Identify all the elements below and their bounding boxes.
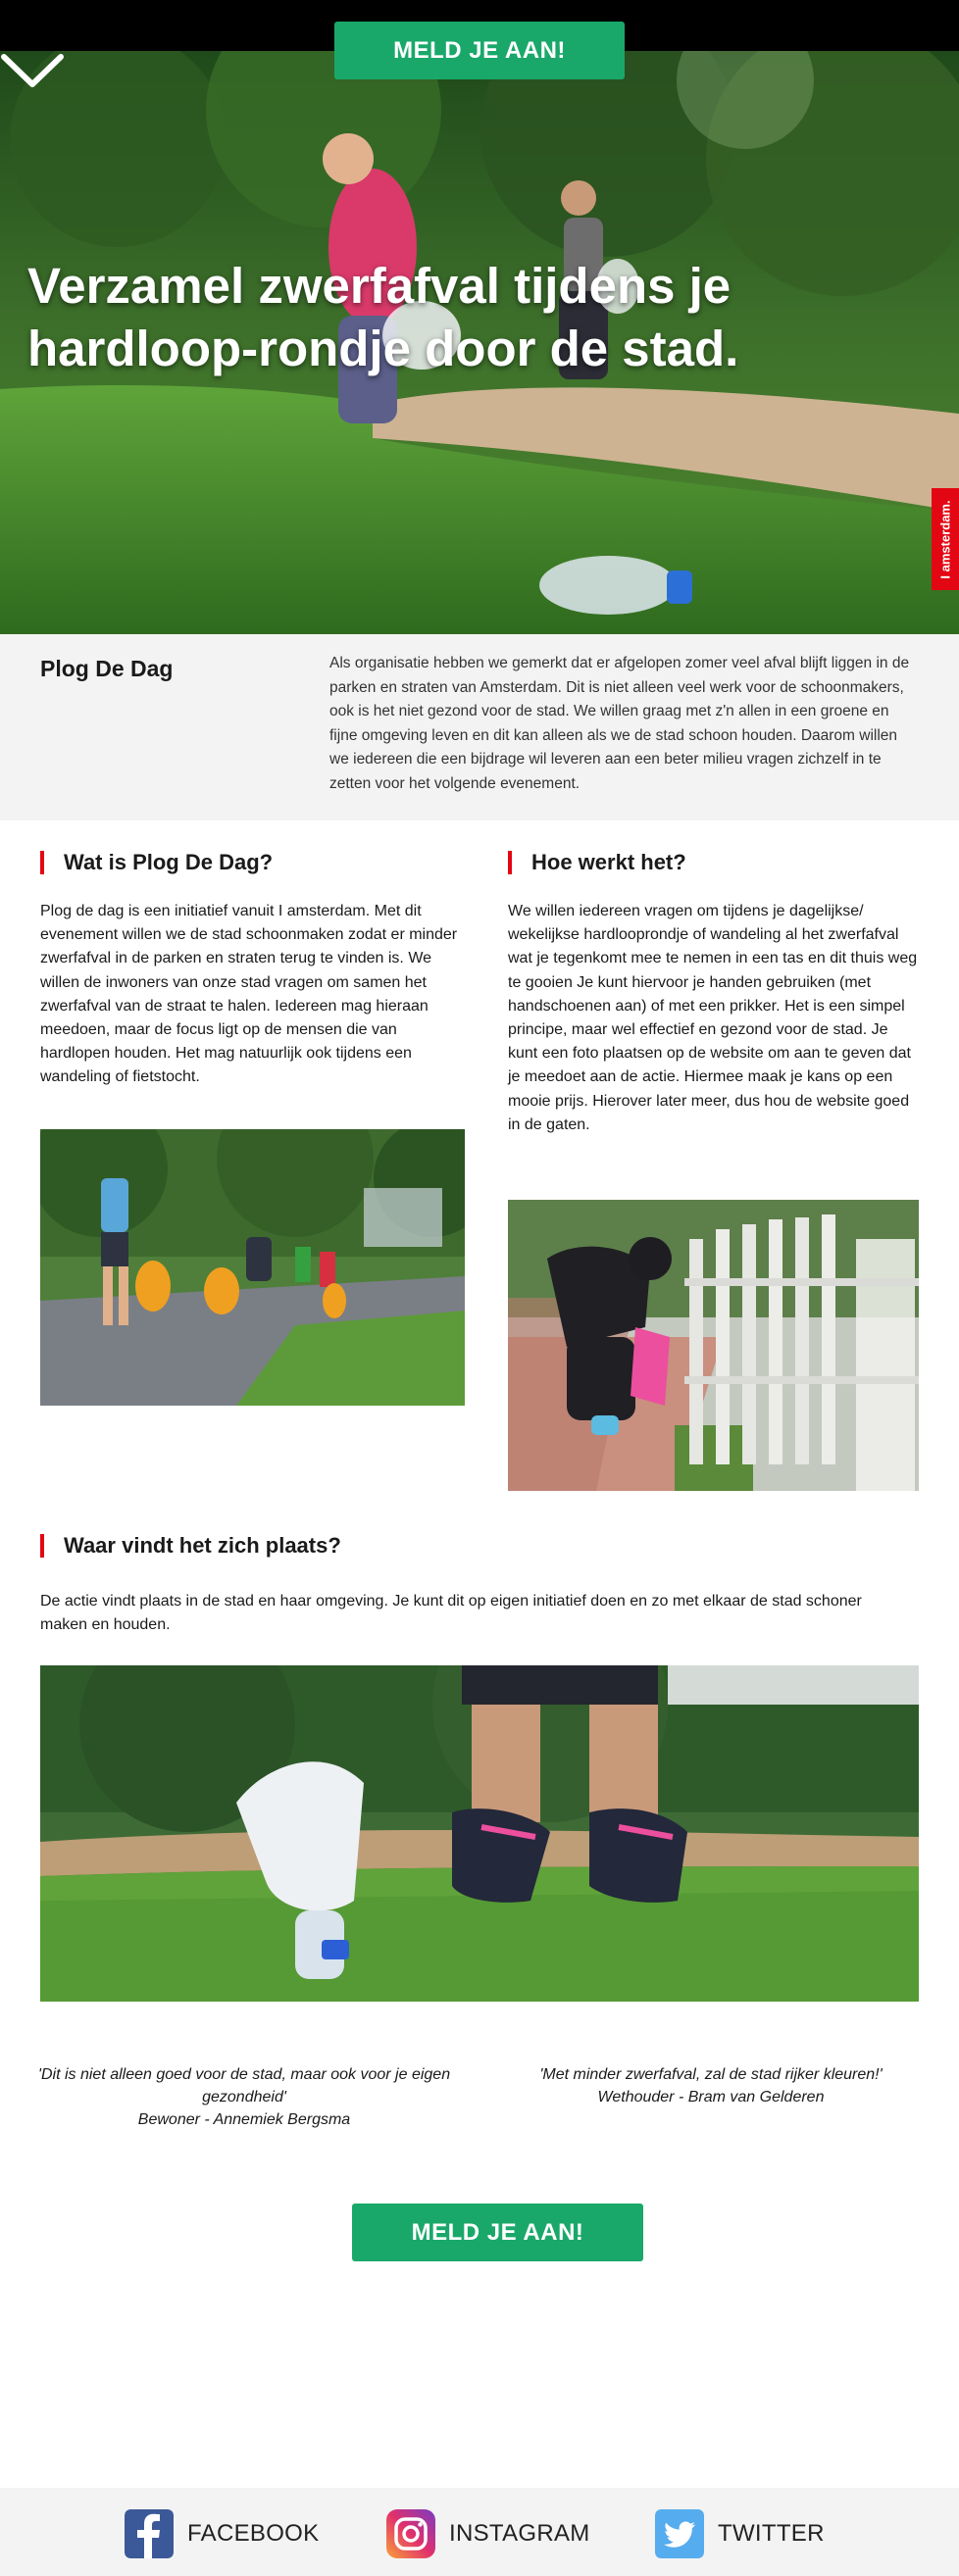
where-title: Waar vindt het zich plaats? xyxy=(64,1533,341,1558)
what-title: Wat is Plog De Dag? xyxy=(64,850,274,874)
footer: FACEBOOK INSTAGRAM TWITTER xyxy=(0,2488,959,2576)
intro-text: Als organisatie hebben we gemerkt dat er… xyxy=(329,655,910,792)
where-text: De actie vindt plaats in de stad en haar… xyxy=(40,1593,862,1634)
runners-photo xyxy=(40,1129,465,1406)
heading-accent-bar xyxy=(508,851,512,874)
instagram-icon xyxy=(386,2509,435,2558)
chevron-down-icon[interactable] xyxy=(0,51,65,90)
twitter-label: TWITTER xyxy=(718,2520,825,2547)
what-heading: Wat is Plog De Dag? xyxy=(40,850,273,875)
instagram-link[interactable]: INSTAGRAM xyxy=(386,2509,590,2558)
quote-author: Bewoner - Annemiek Bergsma xyxy=(137,2111,351,2128)
heading-accent-bar xyxy=(40,851,44,874)
hero-banner: Verzamel zwerfafval tijdens je hardloop-… xyxy=(0,51,959,634)
i-amsterdam-badge[interactable]: I amsterdam. xyxy=(932,488,959,590)
facebook-label: FACEBOOK xyxy=(187,2520,320,2547)
how-title: Hoe werkt het? xyxy=(531,850,686,874)
signup-button-bottom[interactable]: MELD JE AAN! xyxy=(352,2204,643,2261)
where-heading: Waar vindt het zich plaats? xyxy=(40,1533,341,1559)
how-text: We willen iedereen vragen om tijdens je … xyxy=(508,903,918,1133)
quote-resident: 'Dit is niet alleen goed voor de stad, m… xyxy=(33,2063,455,2131)
instagram-label: INSTAGRAM xyxy=(449,2520,590,2547)
twitter-link[interactable]: TWITTER xyxy=(655,2509,825,2558)
signup-button-top[interactable]: MELD JE AAN! xyxy=(334,22,625,79)
i-amsterdam-label: I amsterdam. xyxy=(937,499,953,579)
intro-section: Plog De Dag Als organisatie hebben we ge… xyxy=(0,634,959,820)
quote-author: Wethouder - Bram van Gelderen xyxy=(597,2089,825,2105)
facebook-link[interactable]: FACEBOOK xyxy=(125,2509,319,2558)
intro-title: Plog De Dag xyxy=(40,656,174,681)
facebook-icon xyxy=(125,2509,174,2558)
how-heading: Hoe werkt het? xyxy=(508,850,686,875)
twitter-icon xyxy=(655,2509,704,2558)
quote-text: 'Dit is niet alleen goed voor de stad, m… xyxy=(37,2066,451,2105)
quote-alderman: 'Met minder zwerfafval, zal de stad rijk… xyxy=(495,2063,927,2108)
heading-accent-bar xyxy=(40,1534,44,1558)
glove-bottle-photo xyxy=(40,1665,919,2002)
picking-up-litter-photo xyxy=(508,1200,919,1491)
quote-text: 'Met minder zwerfafval, zal de stad rijk… xyxy=(539,2066,883,2083)
hero-title: Verzamel zwerfafval tijdens je hardloop-… xyxy=(27,258,739,376)
what-text: Plog de dag is een initiatief vanuit I a… xyxy=(40,903,458,1086)
